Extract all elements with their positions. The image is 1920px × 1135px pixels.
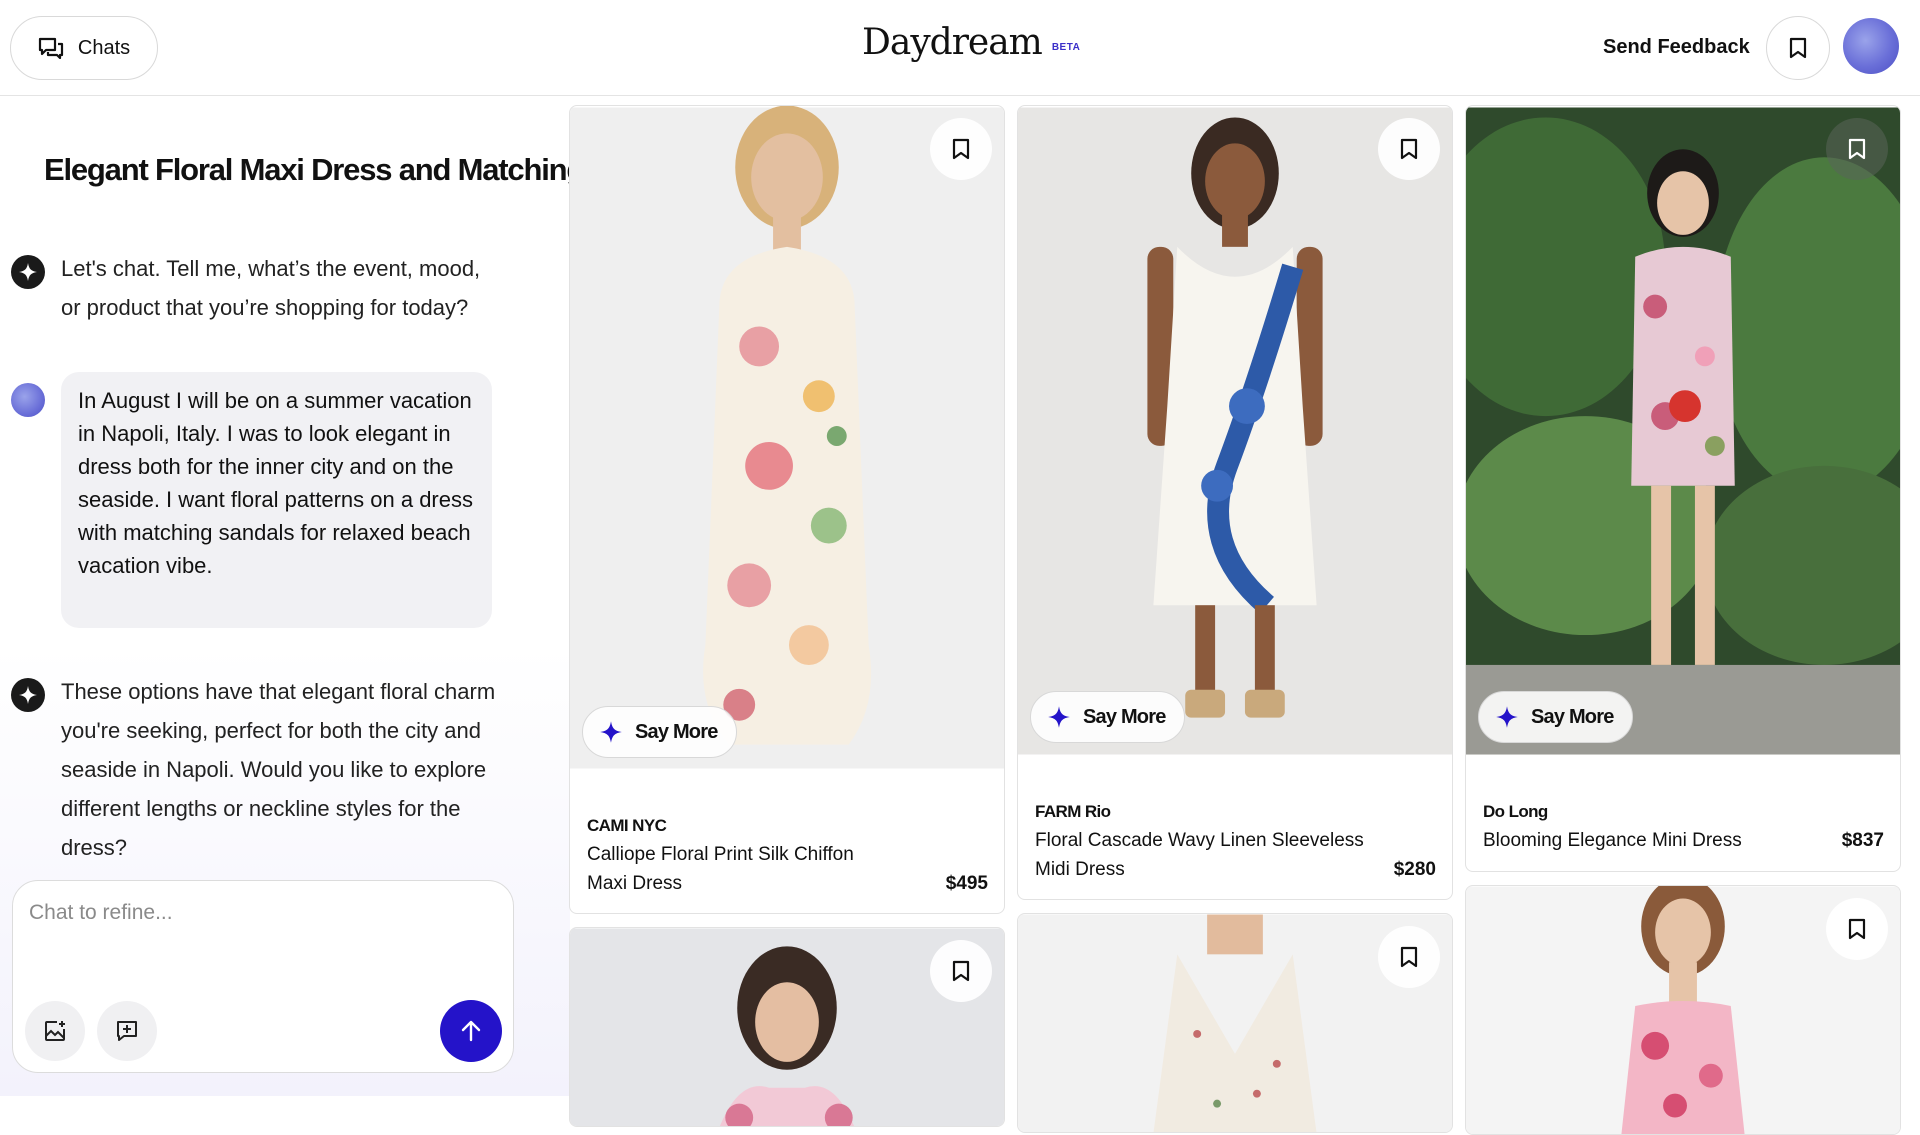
product-brand: FARM Rio [1035,802,1111,821]
upload-image-button[interactable] [25,1001,85,1061]
bookmark-button[interactable] [1378,926,1440,988]
beta-badge: BETA [1051,42,1081,53]
product-image [1018,107,1452,755]
chat-input[interactable] [29,901,489,925]
bookmark-button[interactable] [1826,118,1888,180]
product-price: $837 [1841,830,1884,851]
product-name: Blooming Elegance Mini Dress [1483,830,1742,851]
saved-items-button[interactable] [1766,16,1830,80]
product-image [1466,107,1900,755]
chat-bubbles-icon [38,37,63,59]
bookmark-icon [1848,918,1866,940]
send-feedback-link[interactable]: Send Feedback [1603,36,1750,59]
image-plus-icon [45,1021,65,1041]
sparkle-icon [1048,706,1070,728]
bookmark-button[interactable] [930,118,992,180]
new-prompt-button[interactable] [97,1001,157,1061]
user-message: In August I will be on a summer vacation… [61,372,492,628]
say-more-button[interactable]: Say More [1030,691,1185,743]
logo-text: Daydream [862,22,1043,63]
product-name: Floral Cascade Wavy Linen Sleeveless Mid… [1035,830,1364,880]
top-header: Chats Daydream BETA Send Feedback [0,0,1920,96]
assistant-sparkle-icon [11,678,45,712]
product-brand: Do Long [1483,802,1548,821]
chats-label: Chats [77,36,131,59]
bookmark-icon [1789,37,1807,59]
say-more-button[interactable]: Say More [1478,691,1633,743]
bookmark-button[interactable] [930,940,992,1002]
assistant-message: These options have that elegant floral c… [61,679,496,860]
bookmark-icon [1400,138,1418,160]
product-card[interactable] [569,927,1005,1127]
product-card[interactable] [1465,885,1901,1135]
say-more-label: Say More [1083,705,1166,728]
product-brand: CAMI NYC [587,816,667,835]
product-card[interactable]: Say More CAMI NYC Calliope Floral Print … [569,105,1005,914]
bookmark-icon [1400,946,1418,968]
product-price: $495 [945,873,988,894]
say-more-label: Say More [1531,705,1614,728]
assistant-message: Let's chat. Tell me, what’s the event, m… [61,256,481,320]
product-card[interactable] [1017,913,1453,1133]
conversation-title: Elegant Floral Maxi Dress and Matching..… [44,152,570,187]
user-avatar[interactable] [1843,18,1899,74]
bookmark-icon [952,138,970,160]
chats-button[interactable]: Chats [10,16,158,80]
product-card[interactable]: Say More FARM Rio Floral Cascade Wavy Li… [1017,105,1453,900]
send-button[interactable] [440,1000,502,1062]
assistant-sparkle-icon [11,255,45,289]
product-price: $280 [1393,859,1436,880]
say-more-label: Say More [635,720,718,743]
arrow-up-icon [461,1020,481,1042]
chat-input-box [12,880,514,1073]
product-image [570,106,1004,769]
bookmark-icon [952,960,970,982]
sparkle-icon [1496,706,1518,728]
bookmark-button[interactable] [1378,118,1440,180]
sparkle-icon [600,721,622,743]
product-name: Calliope Floral Print Silk Chiffon Maxi … [587,844,854,894]
product-card[interactable]: Say More Do Long Blooming Elegance Mini … [1465,105,1901,872]
user-message-avatar [11,383,45,417]
say-more-button[interactable]: Say More [582,706,737,758]
message-plus-icon [117,1021,137,1041]
logo[interactable]: Daydream BETA [862,22,1080,63]
bookmark-icon [1848,138,1866,160]
bookmark-button[interactable] [1826,898,1888,960]
